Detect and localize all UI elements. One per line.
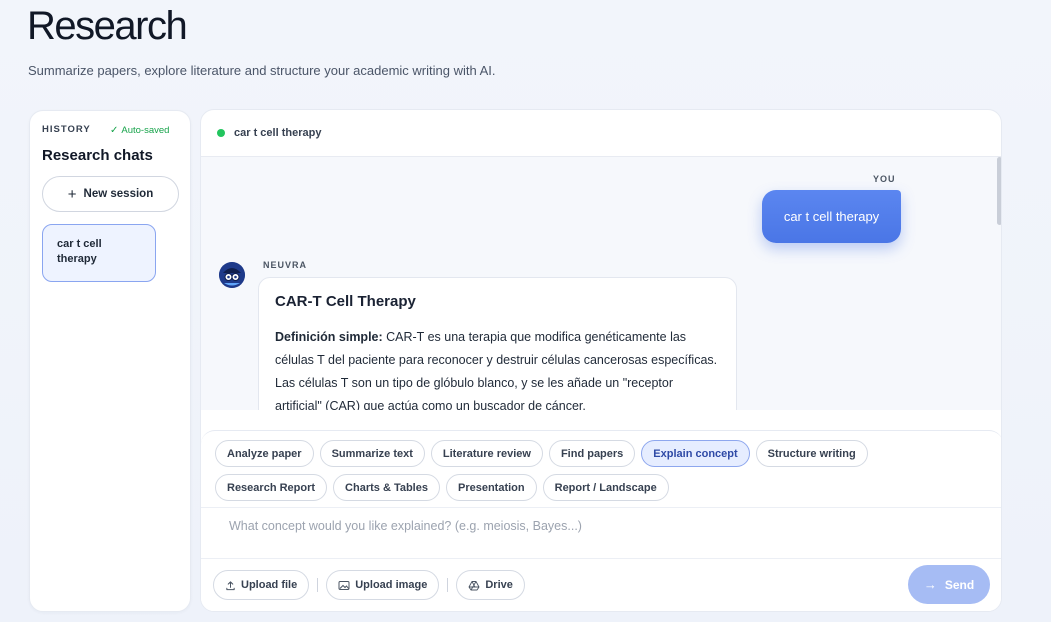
mode-chip-research-report[interactable]: Research Report — [215, 474, 328, 501]
send-label: Send — [944, 577, 975, 592]
autosaved-label: Auto-saved — [121, 125, 170, 136]
message-list[interactable]: YOU car t cell therapy NEUVRA CAR-T Cell… — [201, 157, 1001, 410]
mode-chip-summarize-text[interactable]: Summarize text — [319, 440, 425, 467]
chat-header: car t cell therapy — [201, 110, 1001, 157]
bot-message-card: CAR-T Cell Therapy Definición simple: CA… — [258, 277, 737, 410]
bot-card-body: Definición simple: CAR-T es una terapia … — [275, 326, 720, 410]
bot-card-title: CAR-T Cell Therapy — [275, 293, 416, 310]
tool-separator — [317, 578, 319, 592]
mode-chip-presentation[interactable]: Presentation — [445, 474, 537, 501]
mode-chip-analyze-paper[interactable]: Analyze paper — [215, 440, 314, 467]
plus-icon: + — [67, 185, 77, 203]
arrow-right-icon: → — [923, 577, 937, 592]
upload-icon — [225, 580, 236, 591]
upload-image-button[interactable]: Upload image — [326, 570, 440, 600]
autosaved-indicator: ✓ Auto-saved — [110, 125, 169, 136]
mode-chip-find-papers[interactable]: Find papers — [548, 440, 636, 467]
bot-label: NEUVRA — [263, 260, 308, 270]
chat-panel: car t cell therapy YOU car t cell therap… — [200, 109, 1002, 612]
chat-header-title: car t cell therapy — [234, 127, 322, 139]
send-button[interactable]: → Send — [908, 565, 990, 604]
history-label: HISTORY — [42, 124, 91, 135]
scrollbar-thumb[interactable] — [997, 157, 1001, 225]
mode-chip-explain-concept[interactable]: Explain concept — [641, 440, 750, 467]
status-dot-icon — [217, 129, 225, 137]
drive-icon — [468, 580, 480, 591]
drive-label: Drive — [485, 579, 513, 591]
sidebar-title: Research chats — [42, 147, 153, 164]
check-icon: ✓ — [110, 125, 119, 136]
drive-button[interactable]: Drive — [456, 570, 525, 600]
new-session-label: New session — [83, 188, 154, 200]
tool-separator — [447, 578, 449, 592]
page-subtitle: Summarize papers, explore literature and… — [28, 63, 496, 78]
composer-divider — [201, 507, 1001, 508]
mode-chip-literature-review[interactable]: Literature review — [430, 440, 543, 467]
page-title: Research — [27, 4, 188, 48]
bot-avatar-icon — [219, 262, 245, 288]
upload-image-label: Upload image — [355, 579, 428, 591]
user-label: YOU — [873, 174, 896, 184]
scrollbar[interactable] — [995, 157, 1001, 410]
image-icon — [338, 580, 350, 591]
history-sidebar: HISTORY ✓ Auto-saved Research chats + New… — [29, 110, 191, 612]
mode-chips-row-2: Research Report Charts & Tables Presenta… — [215, 474, 669, 501]
composer: Analyze paper Summarize text Literature … — [201, 430, 1001, 611]
mode-chips-row-1: Analyze paper Summarize text Literature … — [215, 440, 868, 467]
session-item[interactable]: car t cell therapy — [42, 224, 156, 282]
upload-file-button[interactable]: Upload file — [213, 570, 310, 600]
mode-chip-report-landscape[interactable]: Report / Landscape — [542, 474, 669, 501]
definition-label: Definición simple: — [275, 330, 383, 344]
session-item-label: car t cell therapy — [57, 238, 102, 266]
concept-input[interactable] — [229, 514, 969, 538]
upload-file-label: Upload file — [241, 579, 298, 591]
mode-chip-structure-writing[interactable]: Structure writing — [755, 440, 868, 467]
mode-chip-charts-tables[interactable]: Charts & Tables — [333, 474, 440, 501]
composer-divider-bottom — [201, 558, 1001, 559]
new-session-button[interactable]: + New session — [42, 176, 179, 212]
user-message-bubble: car t cell therapy — [762, 190, 901, 243]
composer-tools: Upload file Upload image Drive — [213, 570, 525, 600]
